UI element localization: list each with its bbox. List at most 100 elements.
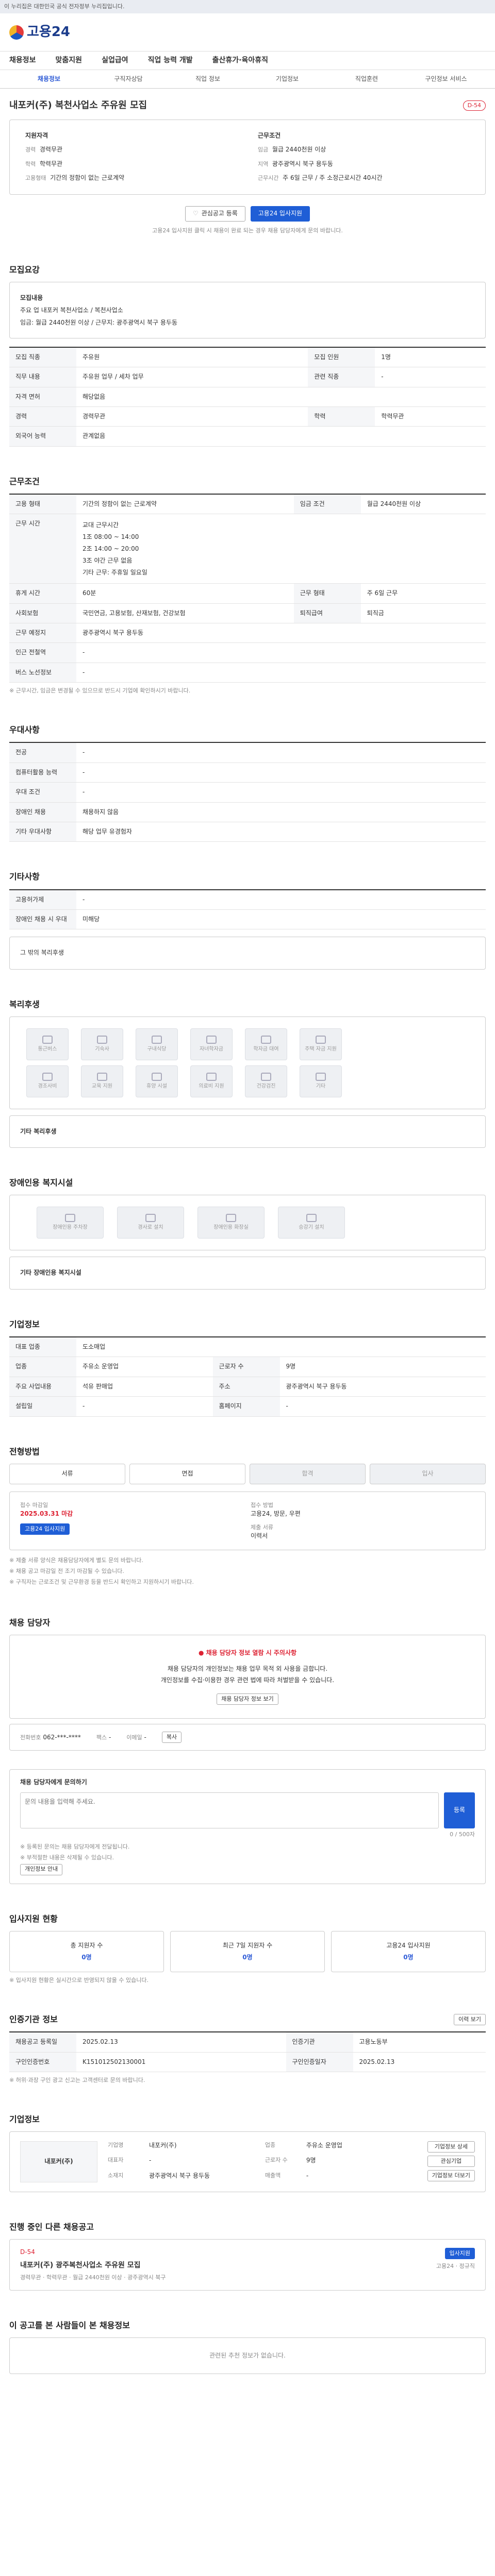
row-label: 사회보험	[9, 603, 76, 624]
corp-value: 광주광역시 북구 용두동	[149, 2172, 210, 2179]
dday-badge: D-54	[463, 100, 486, 111]
subnav-item[interactable]: 직업훈련	[327, 75, 406, 83]
corp-more-button[interactable]: 기업정보 더보기	[427, 2170, 475, 2182]
row-label: 컴퓨터활용 능력	[9, 762, 76, 783]
section-title: 모집요강	[9, 264, 40, 275]
doc-label: 제출 서류	[251, 1524, 273, 1531]
row-value: -	[76, 742, 486, 763]
recruit-table: 모집 직종 주유원 모집 인원 1명 직무 내용 주유원 업무 / 세차 업무 관련 직종…	[9, 346, 486, 447]
section-title: 진행 중인 다른 채용공고	[9, 2222, 94, 2232]
row-value: 해당없음	[76, 387, 486, 407]
row-value: 2025.02.13	[353, 2052, 486, 2072]
section-title: 장애인용 복지시설	[9, 1178, 73, 1188]
gnb-item[interactable]: 출산휴가·육아휴직	[212, 55, 268, 65]
inquiry-note: ※ 입사지원 현황은 실시간으로 반영되지 않을 수 있습니다.	[9, 1977, 148, 1984]
subnav-item[interactable]: 기업정보	[248, 75, 327, 83]
row-label: 고용허가제	[9, 889, 76, 910]
house-icon	[316, 1035, 326, 1044]
row-label: 홈페이지	[212, 1396, 280, 1417]
medical-icon	[206, 1072, 217, 1081]
corp-detail-button[interactable]: 기업정보 상세	[427, 2141, 475, 2153]
resort-icon	[152, 1072, 162, 1081]
row-label: 자격 면허	[9, 387, 76, 407]
inquiry-cards: 총 지원자 수 0명 최근 7일 지원자 수 0명 고용24 입사지원 0명	[9, 1931, 486, 1973]
show-manager-button[interactable]: 채용 담당자 정보 보기	[217, 1693, 278, 1705]
other-title[interactable]: 내포커(주) 광주복천사업소 주유원 모집	[20, 2260, 166, 2270]
row-label: 관련 직종	[308, 367, 375, 387]
subnav-item[interactable]: 구인정보 서비스	[406, 75, 486, 83]
subnav-item[interactable]: 채용정보	[9, 75, 89, 83]
question-submit[interactable]: 등록	[444, 1792, 475, 1828]
history-button[interactable]: 이력 보기	[454, 2013, 486, 2025]
row-label: 구인인증일자	[286, 2052, 353, 2072]
section-title: 기타사항	[9, 872, 40, 882]
row-label: 업종	[9, 1357, 76, 1377]
field-label: 근무조건	[258, 132, 281, 140]
disabled-extra-title: 기타 장애인용 복지시설	[20, 1269, 81, 1277]
warn-line: 채용 담당자의 개인정보는 채용 업무 목적 외 사용을 금합니다.	[167, 1665, 328, 1672]
logo[interactable]: 고용24	[9, 23, 70, 42]
corp-label: 매출액	[265, 2172, 281, 2179]
section-title: 우대사항	[9, 725, 40, 735]
loan-icon	[261, 1035, 271, 1044]
section-title: 이 공고를 본 사람들이 본 채용정보	[9, 2320, 130, 2330]
deadline-value: 2025.03.31 마감	[20, 1510, 73, 1517]
subnav-item[interactable]: 구직자상담	[89, 75, 168, 83]
row-label: 버스 노선정보	[9, 663, 76, 683]
row-value: 주유원 업무 / 세차 업무	[76, 367, 308, 387]
company-table: 대표 업종 도소매업 업종 주유소 운영업 근로자 수 9명 주요 사업내용 석유 판매업…	[9, 1336, 486, 1417]
facilities-grid: 통근버스 기숙사 구내식당 자녀학자금 학자금 대여 주택 자금 지원 경조사비…	[9, 1016, 486, 1109]
row-label: 전공	[9, 742, 76, 763]
disabled-item: 장애인용 화장실	[197, 1207, 265, 1239]
other-job-card[interactable]: D-54 내포커(주) 광주복천사업소 주유원 모집 경력무관 · 학력무관 ·…	[9, 2239, 486, 2291]
logo-mark-icon	[9, 25, 24, 40]
question-title: 채용 담당자에게 문의하기	[20, 1778, 87, 1786]
field-label: 학력	[25, 160, 36, 167]
gnb-item[interactable]: 실업급여	[102, 55, 128, 65]
row-value: 월급 2440천원 이상	[360, 494, 486, 515]
inquiry-card: 고용24 입사지원 0명	[331, 1931, 486, 1973]
contact-value: -	[108, 1733, 111, 1741]
other-dday: D-54	[20, 2248, 35, 2256]
row-label: 설립일	[9, 1396, 76, 1417]
bus-icon	[42, 1035, 53, 1044]
process-apply-button[interactable]: 고용24 입사지원	[20, 1523, 70, 1535]
inquiry-label: 최근 7일 지원자 수	[222, 1941, 273, 1949]
gnb-item[interactable]: 맞춤지원	[56, 55, 82, 65]
recruit-intro: 모집내용 주요 업 내포커 복천사업소 / 복천사업소 임금: 월급 2440천…	[9, 281, 486, 338]
method-list: 고용24, 방문, 우편	[251, 1510, 301, 1517]
facility-item: 건강검진	[245, 1065, 287, 1097]
question-note: ※ 등록된 문의는 채용 담당자에게 전달됩니다.	[20, 1843, 130, 1850]
row-label: 주소	[212, 1377, 280, 1397]
corp-label: 대표자	[108, 2157, 124, 2164]
welfare-table: 전공 - 컴퓨터활용 능력 - 우대 조건 - 장애인 채용 채용하지 않음 기타 우대…	[9, 742, 486, 842]
work-footnote: ※ 근무시간, 임금은 변경될 수 있으므로 반드시 기업에 확인하시기 바랍니…	[9, 687, 191, 694]
field-label: 고용형태	[25, 175, 46, 182]
gnb-item[interactable]: 직업 능력 개발	[148, 55, 193, 65]
row-value: 9명	[279, 1357, 486, 1377]
scrap-button[interactable]: ♡ 관심공고 등록	[185, 206, 245, 222]
process-note: ※ 제출 서류 양식은 채용담당자에게 별도 문의 바랍니다.	[9, 1557, 143, 1564]
hours-detail: 교대 근무시간 1조 08:00 ~ 14:00 2조 14:00 ~ 20:0…	[76, 514, 486, 584]
gnb-item[interactable]: 채용정보	[9, 55, 36, 65]
intro-line: 모집내용	[20, 294, 43, 301]
corp-fav-button[interactable]: 관심기업	[427, 2156, 475, 2167]
row-value: 60분	[76, 583, 294, 604]
row-label: 휴게 시간	[9, 583, 76, 604]
row-value: K151012502130001	[76, 2052, 286, 2072]
sub-nav: 채용정보 구직자상담 직업 정보 기업정보 직업훈련 구인정보 서비스	[0, 70, 495, 89]
field-label: 경력	[25, 146, 36, 154]
subnav-item[interactable]: 직업 정보	[168, 75, 248, 83]
section-title: 인증기관 정보	[9, 2014, 58, 2024]
field-label: 지역	[258, 160, 269, 167]
other-tags: 고용24 · 정규직	[436, 2263, 475, 2270]
question-input[interactable]	[20, 1792, 439, 1828]
row-value: 광주광역시 북구 용두동	[76, 623, 486, 643]
inquiry-value: 0명	[403, 1954, 414, 1961]
apply-button[interactable]: 고용24 입사지원	[250, 206, 310, 222]
other-apply-button[interactable]: 입사지원	[444, 2248, 475, 2260]
row-value: 기간의 정함이 없는 근로계약	[76, 494, 294, 515]
row-value: -	[76, 642, 486, 663]
privacy-info-button[interactable]: 개인정보 안내	[20, 1863, 63, 1875]
copy-button[interactable]: 복사	[161, 1732, 182, 1743]
